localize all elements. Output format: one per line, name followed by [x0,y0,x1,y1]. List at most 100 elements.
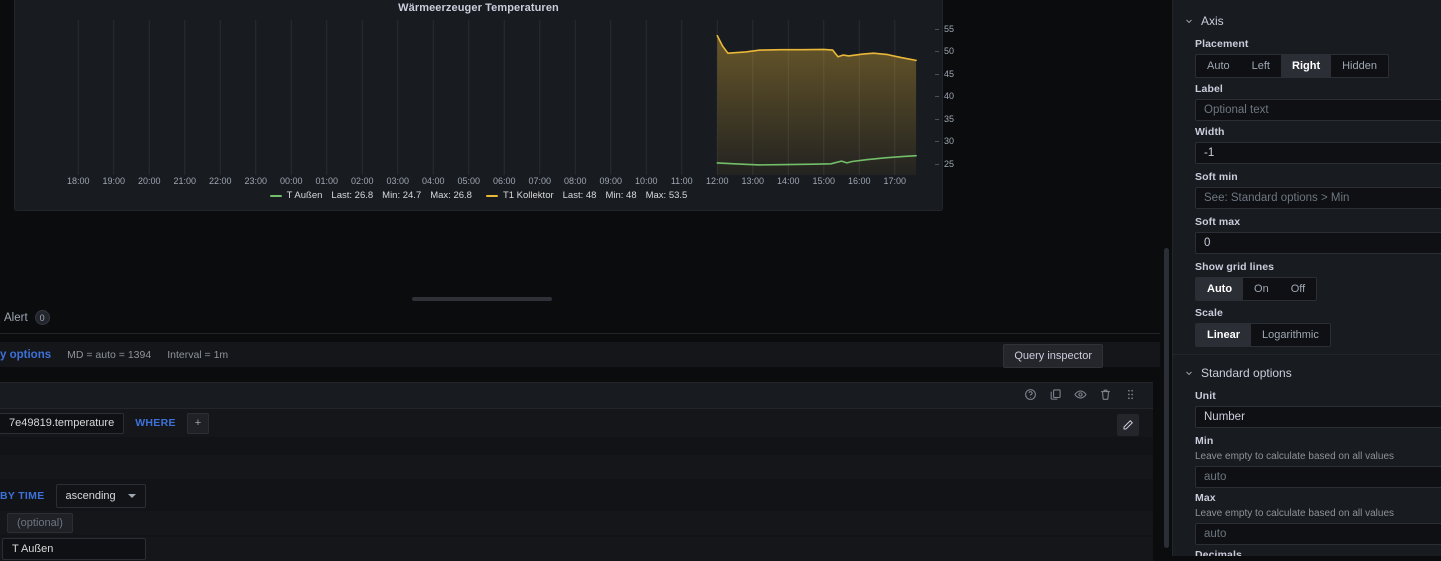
x-axis-tick: 06:00 [493,176,516,186]
legend-stat-min: Min: 24.7 [382,190,422,201]
chevron-down-icon [1181,16,1197,26]
x-axis-tick: 04:00 [421,176,445,186]
option-width: Width -1 [1195,126,1441,164]
option-grid-lines: Show grid lines Auto On Off [1195,261,1441,301]
min-input[interactable]: auto [1195,466,1441,488]
tab-overflow-indicator: , [0,314,1,326]
x-axis-tick: 23:00 [244,176,268,186]
trash-icon[interactable] [1099,388,1112,401]
y-axis-tick-mark [935,163,939,165]
chevron-down-icon [1181,368,1197,378]
placement-option-hidden[interactable]: Hidden [1331,55,1388,77]
optional-field[interactable]: (optional) [7,513,73,533]
y-axis-tick-mark [935,141,939,143]
option-placement: Placement Auto Left Right Hidden [1195,38,1441,78]
y-axis-tick: 50 [944,46,955,57]
x-axis-tick: 05:00 [457,176,481,186]
legend-color-swatch [485,194,498,197]
soft-max-input[interactable]: 0 [1195,232,1441,254]
unit-label: Unit [1195,390,1216,402]
legend-color-swatch [269,194,282,197]
tab-alert[interactable]: Alert 0 [4,310,50,325]
grid-lines-radio-group: Auto On Off [1195,277,1318,301]
min-description: Leave empty to calculate based on all va… [1195,451,1395,462]
axis-label-label: Label [1195,83,1223,95]
option-soft-min: Soft min See: Standard options > Min [1195,171,1441,209]
section-axis-header[interactable]: Axis [1173,6,1441,36]
query-editor-header [0,382,1153,409]
placement-option-right[interactable]: Right [1281,55,1332,77]
max-data-points-text: MD = auto = 1394 [67,348,152,361]
query-options-toggle[interactable]: y options [0,349,51,361]
chart-legend: T Außen Last: 26.8 Min: 24.7 Max: 26.8 T1 Ko… [15,190,942,201]
y-axis-tick: 45 [944,68,955,79]
x-axis: 18:00 19:00 20:00 21:00 22:00 23:00 00:00 01:00… [47,176,931,190]
tab-alert-count-badge: 0 [34,310,50,325]
y-axis-tick-mark [935,28,939,30]
legend-item[interactable]: T Außen Last: 26.8 Min: 24.7 Max: 26.8 [269,190,472,201]
x-axis-tick: 13:00 [741,176,765,186]
x-axis-tick: 02:00 [350,176,374,186]
max-description: Leave empty to calculate based on all va… [1195,508,1395,519]
placement-option-auto[interactable]: Auto [1196,55,1241,77]
legend-stat-last: Last: 26.8 [331,190,374,201]
query-inspector-button[interactable]: Query inspector [1003,344,1103,368]
y-axis-tick: 25 [944,158,955,169]
x-axis-tick: 14:00 [777,176,800,186]
duplicate-icon[interactable] [1049,388,1062,401]
grafana-panel-editor: Wärmeerzeuger Temperaturen 18:00 19:00 20:… [0,0,1441,561]
max-label: Max [1195,492,1216,504]
placement-label: Placement [1195,38,1249,50]
grid-lines-option-off[interactable]: Off [1280,278,1316,300]
x-axis-tick: 21:00 [173,176,196,186]
x-axis-tick: 09:00 [599,176,623,186]
timeseries-plot[interactable] [47,20,931,175]
options-pane-standard: Standard options Unit Number Min Leave e… [1172,355,1441,556]
option-scale: Scale Linear Logarithmic [1195,307,1441,347]
unit-select[interactable]: Number [1195,406,1441,428]
x-axis-tick: 08:00 [564,176,587,186]
axis-label-input[interactable]: Optional text [1195,99,1441,121]
width-label: Width [1195,126,1225,138]
y-axis: 25 30 35 40 45 50 55 [933,20,963,176]
section-standard-options-title: Standard options [1201,366,1292,380]
grid-lines-option-auto[interactable]: Auto [1196,278,1244,300]
alias-field[interactable]: T Außen [2,538,146,560]
max-input[interactable]: auto [1195,523,1441,545]
order-direction-select[interactable]: ascending [55,484,146,508]
measurement-field[interactable]: 7e49819.temperature [0,412,125,434]
where-keyword[interactable]: WHERE [127,413,184,434]
help-icon[interactable] [1024,388,1037,401]
x-axis-tick: 03:00 [386,176,410,186]
scale-option-linear[interactable]: Linear [1196,324,1252,346]
main-area: Wärmeerzeuger Temperaturen 18:00 19:00 20:… [0,0,1160,561]
x-axis-tick: 15:00 [812,176,836,186]
option-soft-max: Soft max 0 [1195,216,1441,254]
pencil-icon[interactable] [1117,414,1139,436]
add-where-condition-button[interactable]: + [186,412,210,434]
legend-stat-max: Max: 53.5 [645,190,688,201]
soft-min-input[interactable]: See: Standard options > Min [1195,187,1441,209]
grid-lines-option-on[interactable]: On [1243,278,1280,300]
x-axis-tick: 22:00 [208,176,232,186]
panel-resize-handle[interactable] [412,297,552,301]
legend-stat-min: Min: 48 [605,190,637,201]
drag-handle-icon[interactable] [1124,388,1137,401]
placement-option-left[interactable]: Left [1241,55,1281,77]
x-axis-tick: 18:00 [66,176,90,186]
decimals-label: Decimals [1195,549,1242,556]
query-row-from: 7e49819.temperature WHERE + [0,409,1153,437]
eye-icon[interactable] [1074,388,1087,401]
options-pane-scrollbar[interactable] [1164,248,1169,548]
scale-option-logarithmic[interactable]: Logarithmic [1251,324,1330,346]
width-input[interactable]: -1 [1195,142,1441,164]
scale-radio-group: Linear Logarithmic [1195,323,1331,347]
legend-item[interactable]: T1 Kollektor Last: 48 Min: 48 Max: 53.5 [485,190,688,201]
placement-radio-group: Auto Left Right Hidden [1195,54,1389,78]
order-by-keyword[interactable]: BY TIME [0,486,53,507]
tabs-divider [0,333,1160,334]
interval-text: Interval = 1m [167,348,229,361]
section-standard-options-header[interactable]: Standard options [1173,358,1441,388]
soft-min-label: Soft min [1195,171,1238,183]
x-axis-tick: 17:00 [883,176,907,186]
